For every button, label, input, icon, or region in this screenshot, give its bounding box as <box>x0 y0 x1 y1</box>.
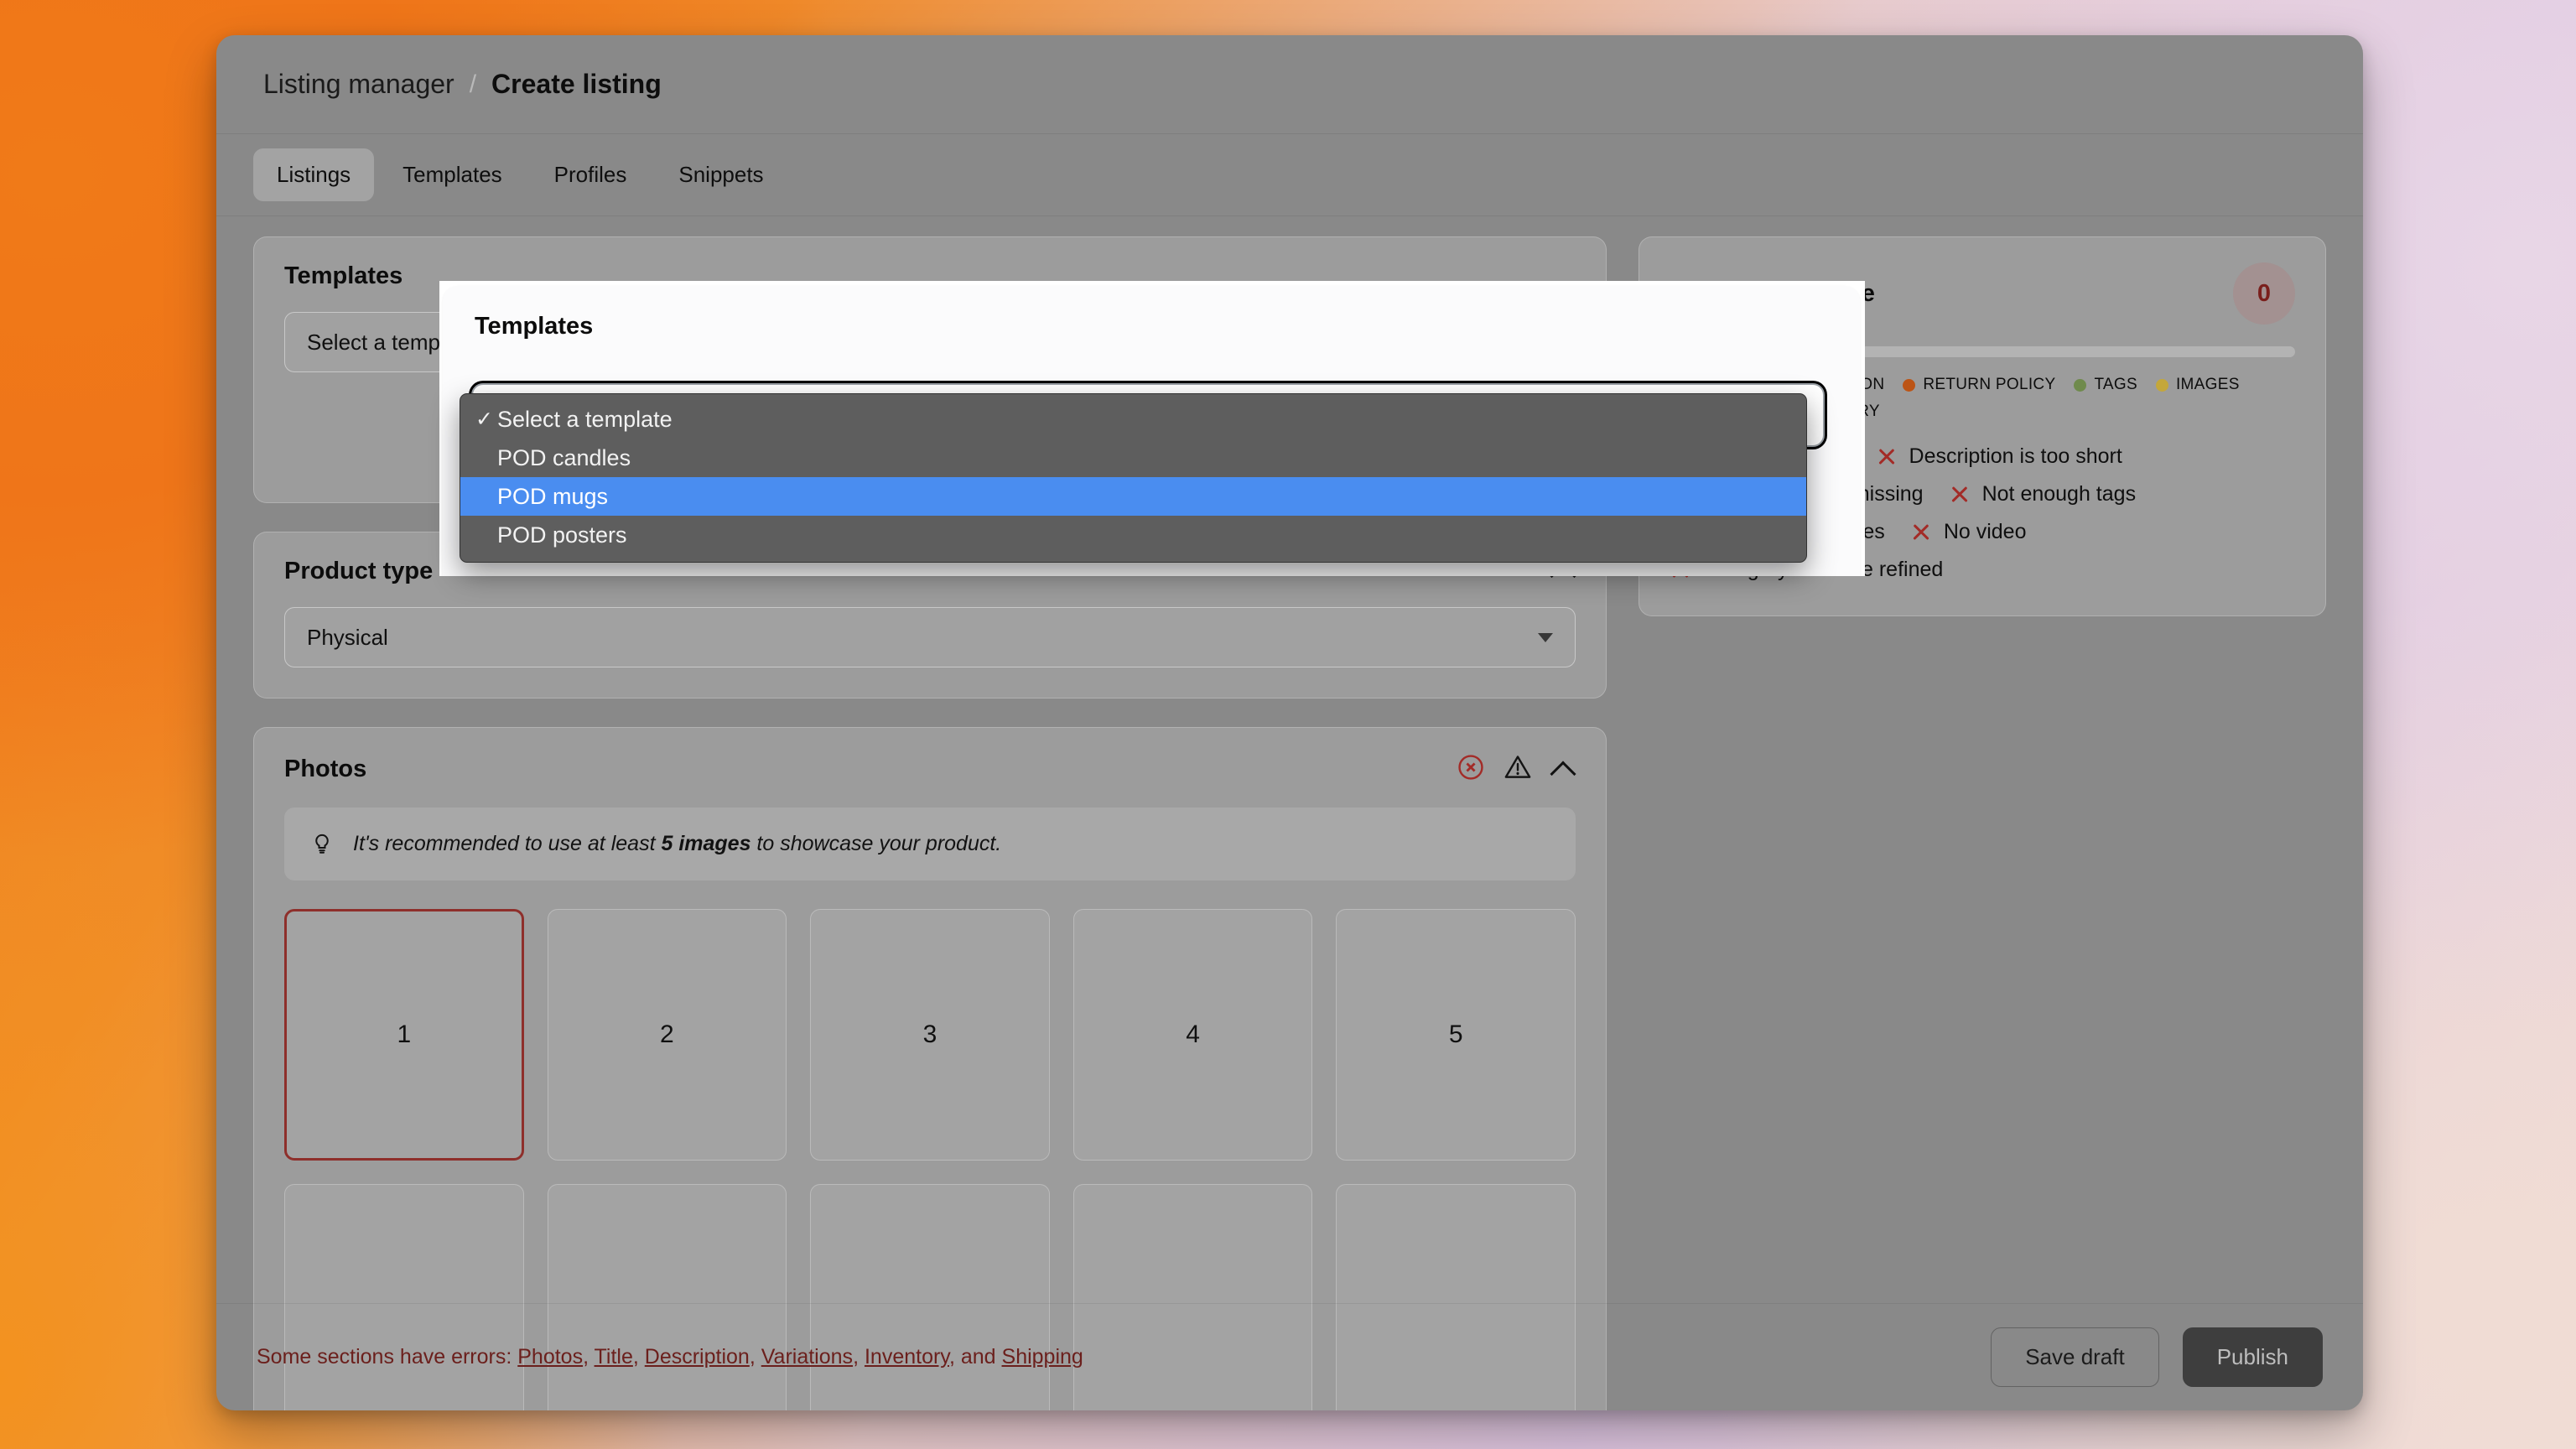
templates-card-title: Templates <box>284 262 403 289</box>
dropdown-option-label: POD posters <box>497 522 627 548</box>
error-separator: , <box>749 1345 761 1368</box>
breadcrumb-root[interactable]: Listing manager <box>263 69 454 100</box>
photo-tile[interactable]: 4 <box>1072 909 1313 1161</box>
cross-icon <box>1910 522 1932 543</box>
tab-profiles[interactable]: Profiles <box>531 148 651 201</box>
footer-bar: Some sections have errors: Photos, Title… <box>216 1303 2363 1410</box>
dropdown-option-2[interactable]: POD mugs <box>460 477 1806 516</box>
tip-suffix: to showcase your product. <box>750 832 1002 855</box>
footer-actions: Save draft Publish <box>1991 1327 2323 1387</box>
checkmark-icon: ✓ <box>475 408 493 431</box>
error-link-photos[interactable]: Photos <box>517 1345 583 1368</box>
score-badge: 0 <box>2233 262 2295 325</box>
error-link-inventory[interactable]: Inventory <box>865 1345 949 1368</box>
chevron-down-icon <box>1538 632 1553 642</box>
product-type-select[interactable]: Physical <box>284 607 1576 667</box>
breadcrumb-current: Create listing <box>491 69 662 99</box>
error-link-description[interactable]: Description <box>645 1345 750 1368</box>
error-prefix: Some sections have errors: <box>257 1345 518 1368</box>
photos-tip-text: It's recommended to use at least 5 image… <box>353 832 1001 856</box>
legend-item: TAGS <box>2074 376 2137 394</box>
tab-templates[interactable]: Templates <box>379 148 526 201</box>
error-separator: , <box>632 1345 645 1368</box>
legend-dot-icon <box>2074 378 2087 392</box>
issue-text: Description is too short <box>1909 444 2122 468</box>
tip-emphasis: 5 images <box>661 832 751 855</box>
breadcrumb-separator: / <box>469 70 477 98</box>
issue-text: Not enough tags <box>1981 482 2137 506</box>
dropdown-option-label: POD mugs <box>497 483 609 509</box>
legend-item: IMAGES <box>2155 376 2240 394</box>
legend-label: RETURN POLICY <box>1923 376 2056 393</box>
legend-item: RETURN POLICY <box>1903 376 2055 394</box>
template-dropdown-popup[interactable]: ✓ Select a template POD candles POD mugs POD… <box>460 393 1807 563</box>
error-circle-icon[interactable] <box>1457 753 1485 786</box>
issue-text: No video <box>1943 520 2027 543</box>
cross-icon <box>1949 484 1971 506</box>
product-type-value: Physical <box>307 624 388 650</box>
issue-item: Not enough tags <box>1949 482 2136 506</box>
dropdown-option-label: POD candles <box>497 444 631 470</box>
product-type-title: Product type <box>284 558 434 584</box>
breadcrumb: Listing manager / Create listing <box>216 35 2363 134</box>
chevron-up-icon[interactable] <box>1550 757 1576 782</box>
dropdown-option-label: Select a template <box>497 406 673 432</box>
photo-tile[interactable]: 3 <box>810 909 1050 1161</box>
photos-tip: It's recommended to use at least 5 image… <box>284 808 1576 880</box>
error-separator: , <box>583 1345 595 1368</box>
photos-title: Photos <box>284 756 367 782</box>
legend-label: TAGS <box>2094 376 2137 393</box>
dropdown-option-1[interactable]: POD candles <box>460 439 1806 477</box>
error-separator: , and <box>948 1345 1002 1368</box>
dropdown-option-0[interactable]: ✓ Select a template <box>460 400 1806 439</box>
app-window: Listing manager / Create listing Listing… <box>216 35 2363 1410</box>
issue-item: No video <box>1910 520 2027 544</box>
warning-triangle-icon[interactable] <box>1504 753 1532 786</box>
cross-icon <box>1876 446 1898 468</box>
tab-listings[interactable]: Listings <box>253 148 375 201</box>
footer-error-summary: Some sections have errors: Photos, Title… <box>257 1345 1083 1369</box>
dropdown-option-3[interactable]: POD posters <box>460 516 1806 554</box>
tip-prefix: It's recommended to use at least <box>353 832 662 855</box>
legend-dot-icon <box>1903 378 1916 392</box>
save-draft-button[interactable]: Save draft <box>1991 1327 2159 1387</box>
error-link-title[interactable]: Title <box>595 1345 633 1368</box>
publish-button[interactable]: Publish <box>2182 1327 2323 1387</box>
tab-bar: Listings Templates Profiles Snippets <box>216 134 2363 216</box>
tab-snippets[interactable]: Snippets <box>655 148 787 201</box>
legend-label: IMAGES <box>2175 376 2240 393</box>
lightbulb-icon <box>309 829 335 859</box>
error-link-variations[interactable]: Variations <box>761 1345 853 1368</box>
error-separator: , <box>853 1345 865 1368</box>
templates-focused-title: Templates <box>475 313 594 340</box>
legend-dot-icon <box>2155 378 2168 392</box>
photo-tile[interactable]: 2 <box>547 909 787 1161</box>
photo-tile[interactable]: 5 <box>1336 909 1576 1161</box>
issue-item: Description is too short <box>1876 444 2122 469</box>
photo-tile[interactable]: 1 <box>284 909 524 1161</box>
error-link-shipping[interactable]: Shipping <box>1002 1345 1083 1368</box>
